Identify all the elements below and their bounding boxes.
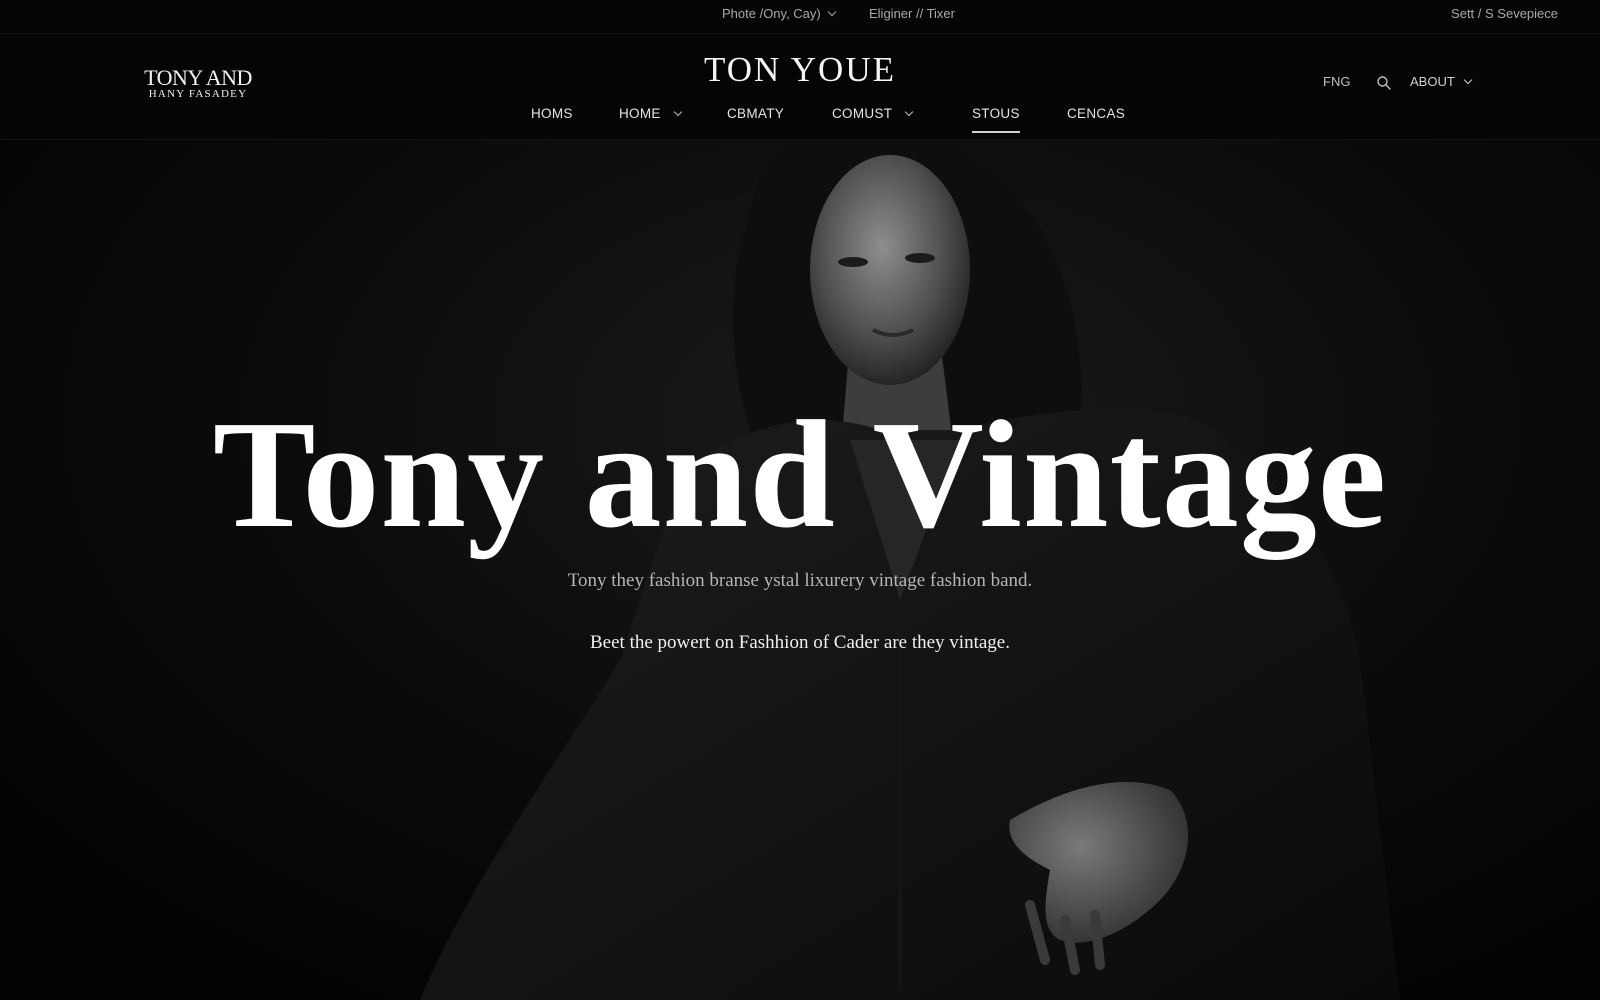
about-menu[interactable]: ABOUT bbox=[1410, 74, 1473, 89]
hero-title: Tony and Vintage bbox=[212, 390, 1388, 560]
header-utilities: FNG ABOUT bbox=[0, 74, 1600, 94]
account-link[interactable]: Sett / S Sevepiece bbox=[1451, 0, 1558, 27]
nav-item-label: STOUS bbox=[972, 105, 1020, 121]
nav-item-comust[interactable]: COMUST bbox=[832, 100, 914, 126]
account-label: Sett / S Sevepiece bbox=[1451, 6, 1558, 21]
nav-item-cencas[interactable]: CENCAS bbox=[1067, 100, 1125, 126]
locale-selector[interactable]: Phote /Ony, Cay) bbox=[722, 0, 836, 27]
hero-tagline: Tony they fashion branse ystal lixurery … bbox=[567, 570, 1033, 591]
nav-item-label: CENCAS bbox=[1067, 105, 1126, 121]
nav-item-label: HOMS bbox=[531, 105, 573, 121]
main-nav: HOMS HOME CBMATY COMUST STOUS CENCAS bbox=[0, 100, 1600, 133]
search-icon[interactable] bbox=[1376, 75, 1392, 91]
nav-item-homs[interactable]: HOMS bbox=[531, 100, 573, 126]
nav-item-stous[interactable]: STOUS bbox=[972, 100, 1020, 133]
hero-subline: Beet the powert on Fashhion of Cader are… bbox=[590, 632, 1010, 653]
designer-link[interactable]: Eliginer // Tixer bbox=[869, 0, 955, 27]
nav-item-home[interactable]: HOME bbox=[619, 100, 682, 126]
nav-item-label: HOME bbox=[619, 105, 661, 121]
chevron-down-icon bbox=[673, 107, 682, 116]
site-header: TONY AND HANY FASADEY TON YOUE HOMS HOME… bbox=[0, 34, 1600, 140]
chevron-down-icon bbox=[905, 107, 914, 116]
designer-label: Eliginer // Tixer bbox=[869, 6, 955, 21]
utility-bar: Phote /Ony, Cay) Eliginer // Tixer Sett … bbox=[0, 0, 1600, 34]
language-selector[interactable]: FNG bbox=[1323, 74, 1350, 89]
about-label: ABOUT bbox=[1410, 74, 1455, 89]
chevron-down-icon bbox=[1463, 75, 1473, 85]
locale-label: Phote /Ony, Cay) bbox=[722, 6, 821, 21]
nav-item-label: CBMATY bbox=[727, 105, 785, 121]
nav-item-cbmaty[interactable]: CBMATY bbox=[727, 100, 784, 126]
chevron-down-icon bbox=[827, 7, 836, 17]
nav-item-label: COMUST bbox=[832, 105, 893, 121]
